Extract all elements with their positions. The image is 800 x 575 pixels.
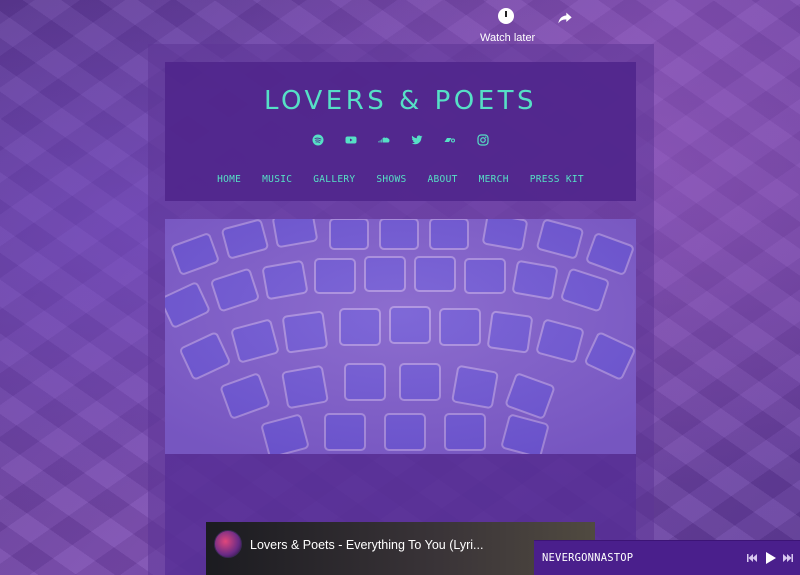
site-title[interactable]: LOVERS & POETS xyxy=(165,86,636,116)
nav-shows[interactable]: SHOWS xyxy=(376,174,406,185)
main-nav: HOME MUSIC GALLERY SHOWS ABOUT MERCH PRE… xyxy=(165,174,636,185)
video-title[interactable]: Lovers & Poets - Everything To You (Lyri… xyxy=(250,538,483,552)
share-icon[interactable] xyxy=(557,10,573,26)
music-player-bar: NEVERGONNASTOP xyxy=(534,540,800,575)
nav-gallery[interactable]: GALLERY xyxy=(313,174,355,185)
nav-home[interactable]: HOME xyxy=(217,174,241,185)
watch-later-label: Watch later xyxy=(480,32,536,44)
nav-about[interactable]: ABOUT xyxy=(428,174,458,185)
youtube-icon[interactable] xyxy=(345,134,357,146)
channel-avatar[interactable] xyxy=(214,530,242,558)
instagram-icon[interactable] xyxy=(477,134,489,146)
nav-merch[interactable]: MERCH xyxy=(479,174,509,185)
previous-track-icon[interactable] xyxy=(745,551,759,565)
twitter-icon[interactable] xyxy=(411,134,423,146)
play-icon[interactable] xyxy=(763,551,777,565)
hero-image xyxy=(165,219,636,454)
player-track-title: NEVERGONNASTOP xyxy=(542,552,634,564)
nav-music[interactable]: MUSIC xyxy=(262,174,292,185)
social-links xyxy=(165,134,636,146)
next-track-icon[interactable] xyxy=(781,551,795,565)
clock-icon xyxy=(498,8,514,24)
soundcloud-icon[interactable] xyxy=(378,134,390,146)
spotify-icon[interactable] xyxy=(312,134,324,146)
site-header: LOVERS & POETS HOME MUSIC GALLERY SHOWS … xyxy=(165,62,636,201)
watch-later-button[interactable]: Watch later xyxy=(480,8,536,46)
bandcamp-icon[interactable] xyxy=(444,134,456,146)
nav-press-kit[interactable]: PRESS KIT xyxy=(530,174,584,185)
